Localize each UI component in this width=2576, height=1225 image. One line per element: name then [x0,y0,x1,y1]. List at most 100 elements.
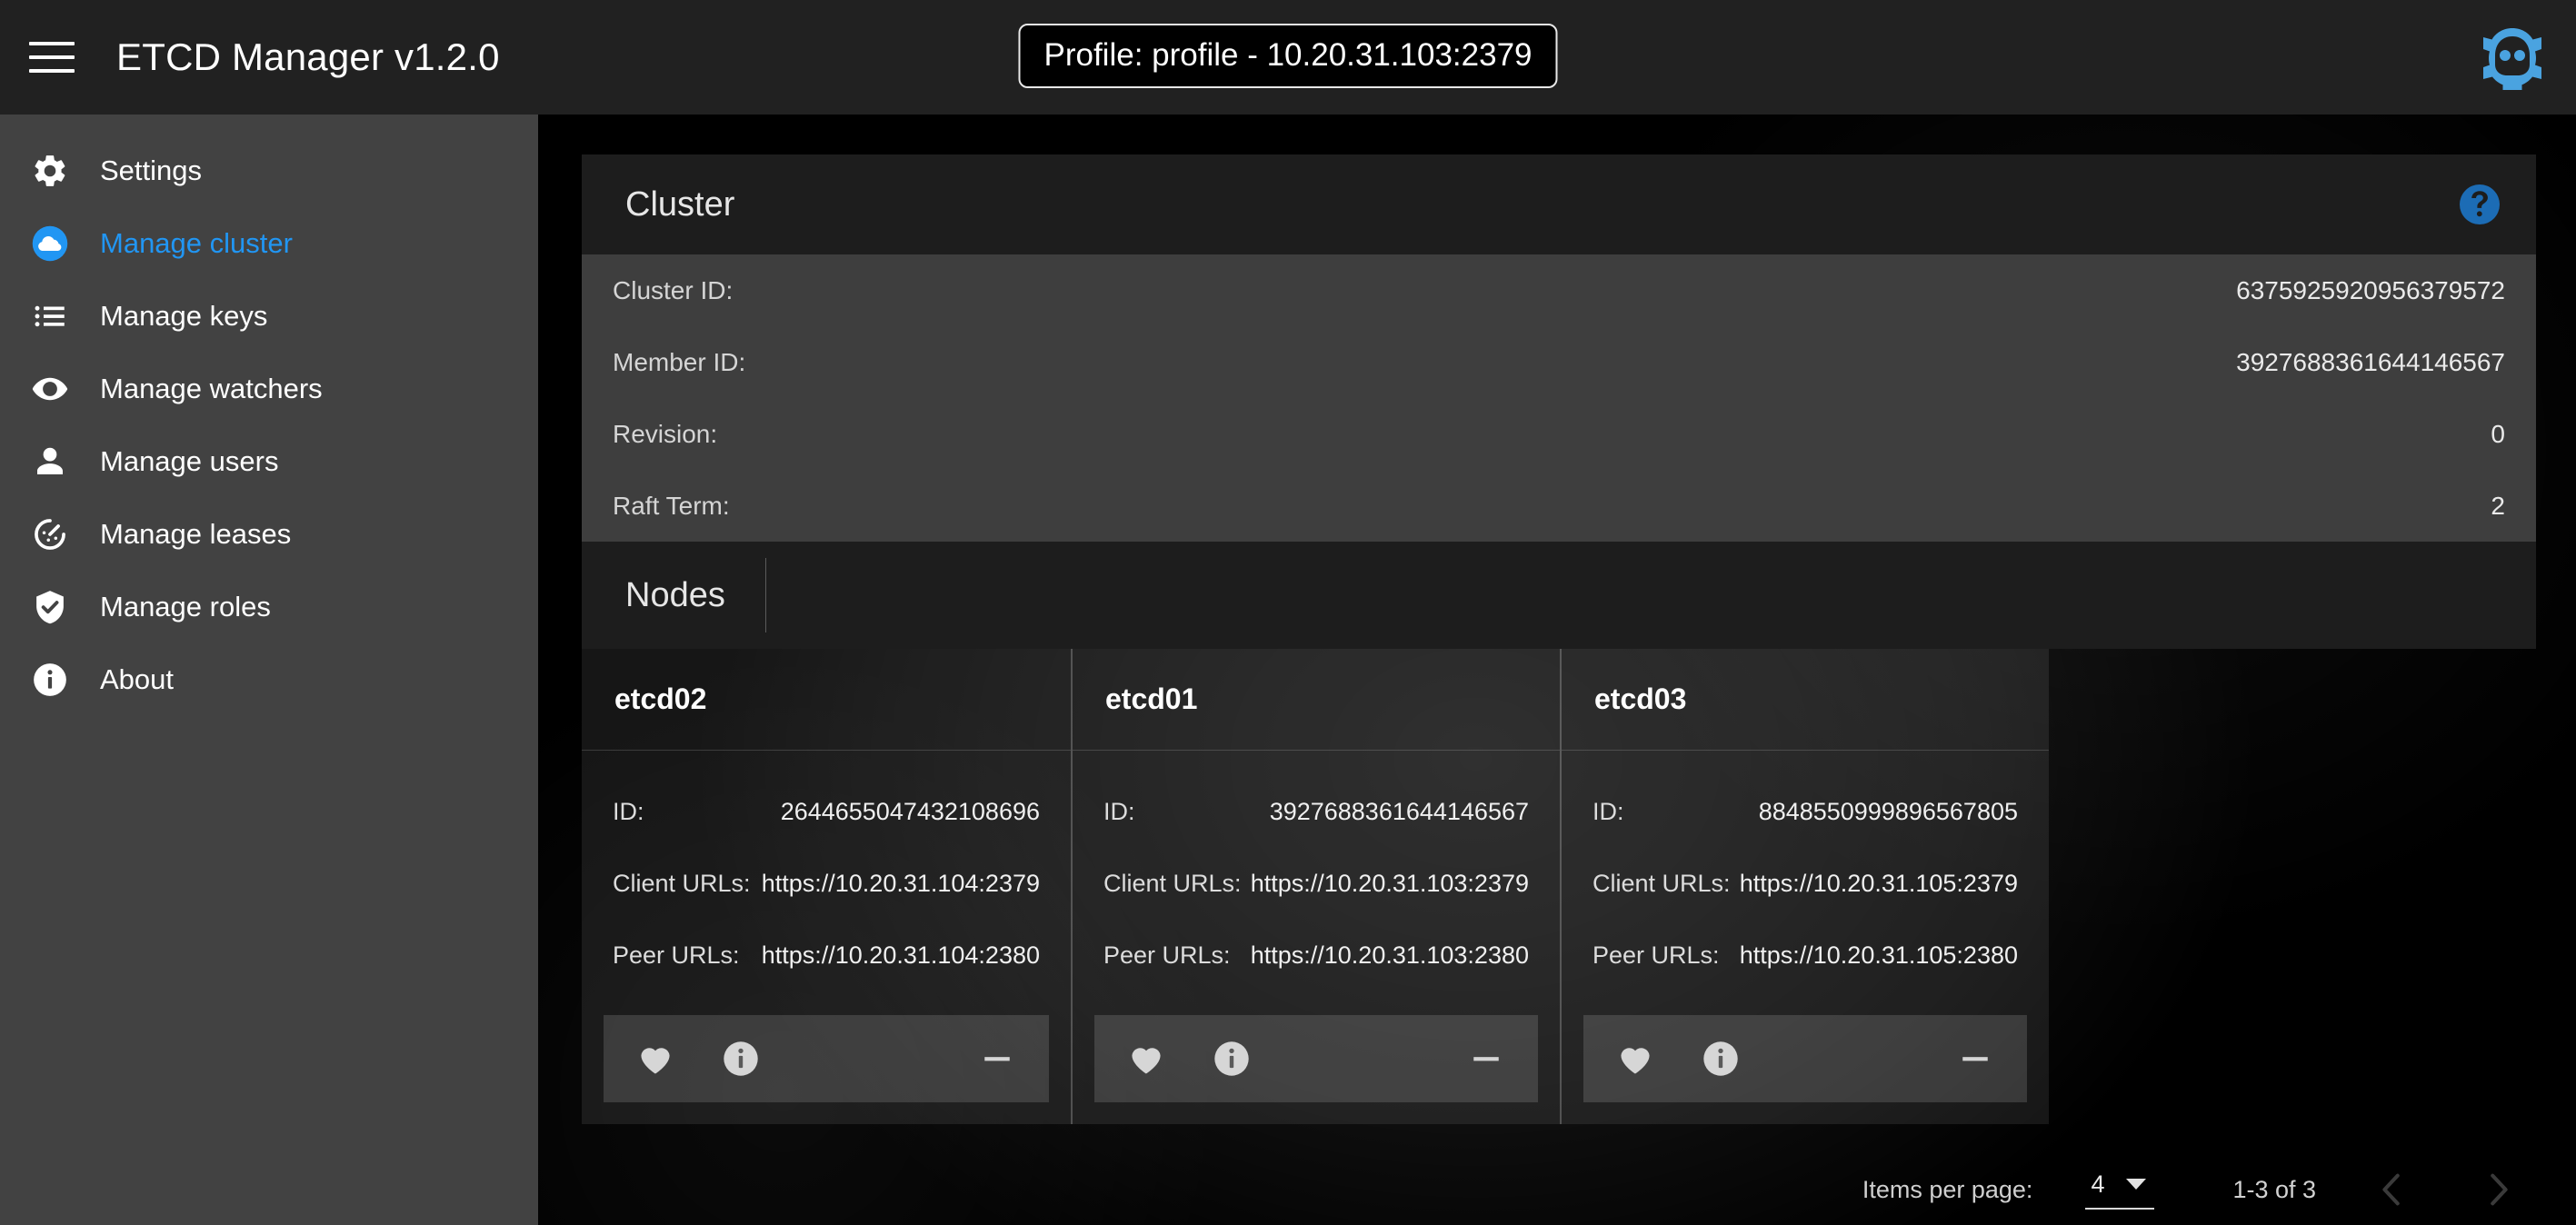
node-name: etcd01 [1073,649,1560,751]
main-content: Cluster Cluster ID: 6375925920956379572 … [538,115,2576,1225]
node-client-urls-value: https://10.20.31.104:2379 [761,870,1040,897]
info-circle-icon[interactable] [1692,1031,1749,1087]
node-id-row: ID: 2644655047432108696 [604,776,1049,848]
person-icon [20,443,80,481]
items-per-page-value: 4 [2091,1170,2105,1198]
cluster-info-value: 2 [2491,491,2505,520]
sidebar-item-label: Manage leases [100,518,292,550]
cluster-info-row: Revision: 0 [609,398,2509,470]
node-field-label: Peer URLs: [1103,941,1231,969]
page-range-label: 1-3 of 3 [2232,1175,2316,1203]
node-field-label: ID: [1593,798,1624,825]
node-field-label: Peer URLs: [1593,941,1720,969]
cluster-info-value: 0 [2491,419,2505,448]
help-circle-icon[interactable] [2458,183,2501,226]
sidebar-item-label: Manage cluster [100,227,293,259]
node-peer-urls-value: https://10.20.31.105:2380 [1739,941,2018,969]
heart-icon[interactable] [627,1031,684,1087]
chevron-down-icon [2126,1179,2147,1190]
node-name: etcd02 [582,649,1071,751]
node-action-bar [604,1015,1049,1102]
minus-remove-icon[interactable] [1458,1031,1514,1087]
node-client-urls-value: https://10.20.31.103:2379 [1250,870,1529,897]
node-client-urls-row: Client URLs: https://10.20.31.103:2379 [1094,848,1538,920]
info-circle-icon[interactable] [713,1031,769,1087]
node-peer-urls-value: https://10.20.31.104:2380 [761,941,1040,969]
minus-remove-icon[interactable] [969,1031,1025,1087]
node-action-bar [1094,1015,1538,1102]
nodes-section-header: Nodes [582,542,2536,649]
cluster-info-key: Member ID: [613,347,746,376]
cluster-title: Cluster [625,184,735,224]
node-client-urls-row: Client URLs: https://10.20.31.105:2379 [1583,848,2027,920]
node-id-value: 3927688361644146567 [1269,798,1529,825]
node-client-urls-row: Client URLs: https://10.20.31.104:2379 [604,848,1049,920]
nodes-list: etcd02 ID: 2644655047432108696 Client UR… [582,649,2051,1124]
gear-icon [20,152,80,190]
node-peer-urls-row: Peer URLs: https://10.20.31.105:2380 [1583,920,2027,991]
node-field-label: Peer URLs: [613,941,740,969]
sidebar-item-manage-leases[interactable]: Manage leases [0,498,538,571]
cluster-info-value: 6375925920956379572 [2236,275,2505,304]
node-fields: ID: 2644655047432108696 Client URLs: htt… [582,751,1071,1015]
timer-icon [20,515,80,553]
node-card[interactable]: etcd02 ID: 2644655047432108696 Client UR… [582,649,1071,1124]
node-field-label: Client URLs: [1103,870,1242,897]
node-action-bar [1583,1015,2027,1102]
sidebar-nav: Settings Manage cluster Manage keys Mana… [0,115,538,1225]
sidebar-item-label: Manage watchers [100,373,323,404]
info-icon [20,661,80,699]
cluster-card-header: Cluster [582,154,2536,254]
eye-icon [20,370,80,408]
node-id-value: 8848550999896567805 [1758,798,2018,825]
cluster-info-row: Member ID: 3927688361644146567 [609,326,2509,398]
chevron-left-icon[interactable] [2363,1160,2421,1219]
sidebar-item-settings[interactable]: Settings [0,134,538,207]
node-field-label: Client URLs: [613,870,751,897]
sidebar-item-manage-keys[interactable]: Manage keys [0,280,538,353]
nodes-header-divider [764,558,766,632]
node-id-row: ID: 3927688361644146567 [1094,776,1538,848]
node-card[interactable]: etcd03 ID: 8848550999896567805 Client UR… [1560,649,2049,1124]
sidebar-item-manage-cluster[interactable]: Manage cluster [0,207,538,280]
paginator: Items per page: 4 1-3 of 3 [538,1154,2576,1225]
node-id-row: ID: 8848550999896567805 [1583,776,2027,848]
node-card[interactable]: etcd01 ID: 3927688361644146567 Client UR… [1071,649,1560,1124]
node-fields: ID: 3927688361644146567 Client URLs: htt… [1073,751,1560,1015]
sidebar-item-manage-roles[interactable]: Manage roles [0,571,538,643]
cluster-info-row: Raft Term: 2 [609,470,2509,542]
cloud-icon [20,224,80,263]
node-field-label: ID: [1103,798,1135,825]
sidebar-item-manage-users[interactable]: Manage users [0,425,538,498]
top-app-bar: ETCD Manager v1.2.0 Profile: profile - 1… [0,0,2576,115]
sidebar-item-about[interactable]: About [0,643,538,716]
nodes-title: Nodes [625,575,725,614]
node-peer-urls-value: https://10.20.31.103:2380 [1250,941,1529,969]
page-title: ETCD Manager v1.2.0 [116,35,500,78]
profile-badge[interactable]: Profile: profile - 10.20.31.103:2379 [1018,24,1558,88]
items-per-page-select[interactable]: 4 [2085,1170,2155,1210]
node-field-label: ID: [613,798,644,825]
cluster-info-key: Raft Term: [613,491,730,520]
sidebar-item-manage-watchers[interactable]: Manage watchers [0,353,538,425]
minus-remove-icon[interactable] [1947,1031,2003,1087]
node-name: etcd03 [1562,649,2049,751]
cluster-info-value: 3927688361644146567 [2236,347,2505,376]
cluster-info-row: Cluster ID: 6375925920956379572 [609,254,2509,326]
list-icon [20,297,80,335]
robot-gear-logo-icon[interactable] [2480,25,2545,90]
sidebar-item-label: About [100,663,175,695]
cluster-info-key: Cluster ID: [613,275,734,304]
info-circle-icon[interactable] [1203,1031,1260,1087]
sidebar-item-label: Settings [100,154,203,186]
heart-icon[interactable] [1607,1031,1663,1087]
cluster-info-list: Cluster ID: 6375925920956379572 Member I… [582,254,2536,542]
items-per-page-label: Items per page: [1862,1175,2033,1203]
heart-icon[interactable] [1118,1031,1174,1087]
app-root: ETCD Manager v1.2.0 Profile: profile - 1… [0,0,2576,1225]
hamburger-menu-icon[interactable] [29,37,80,77]
chevron-right-icon[interactable] [2469,1160,2527,1219]
sidebar-item-label: Manage keys [100,300,268,332]
node-peer-urls-row: Peer URLs: https://10.20.31.104:2380 [604,920,1049,991]
sidebar-item-label: Manage users [100,445,279,477]
